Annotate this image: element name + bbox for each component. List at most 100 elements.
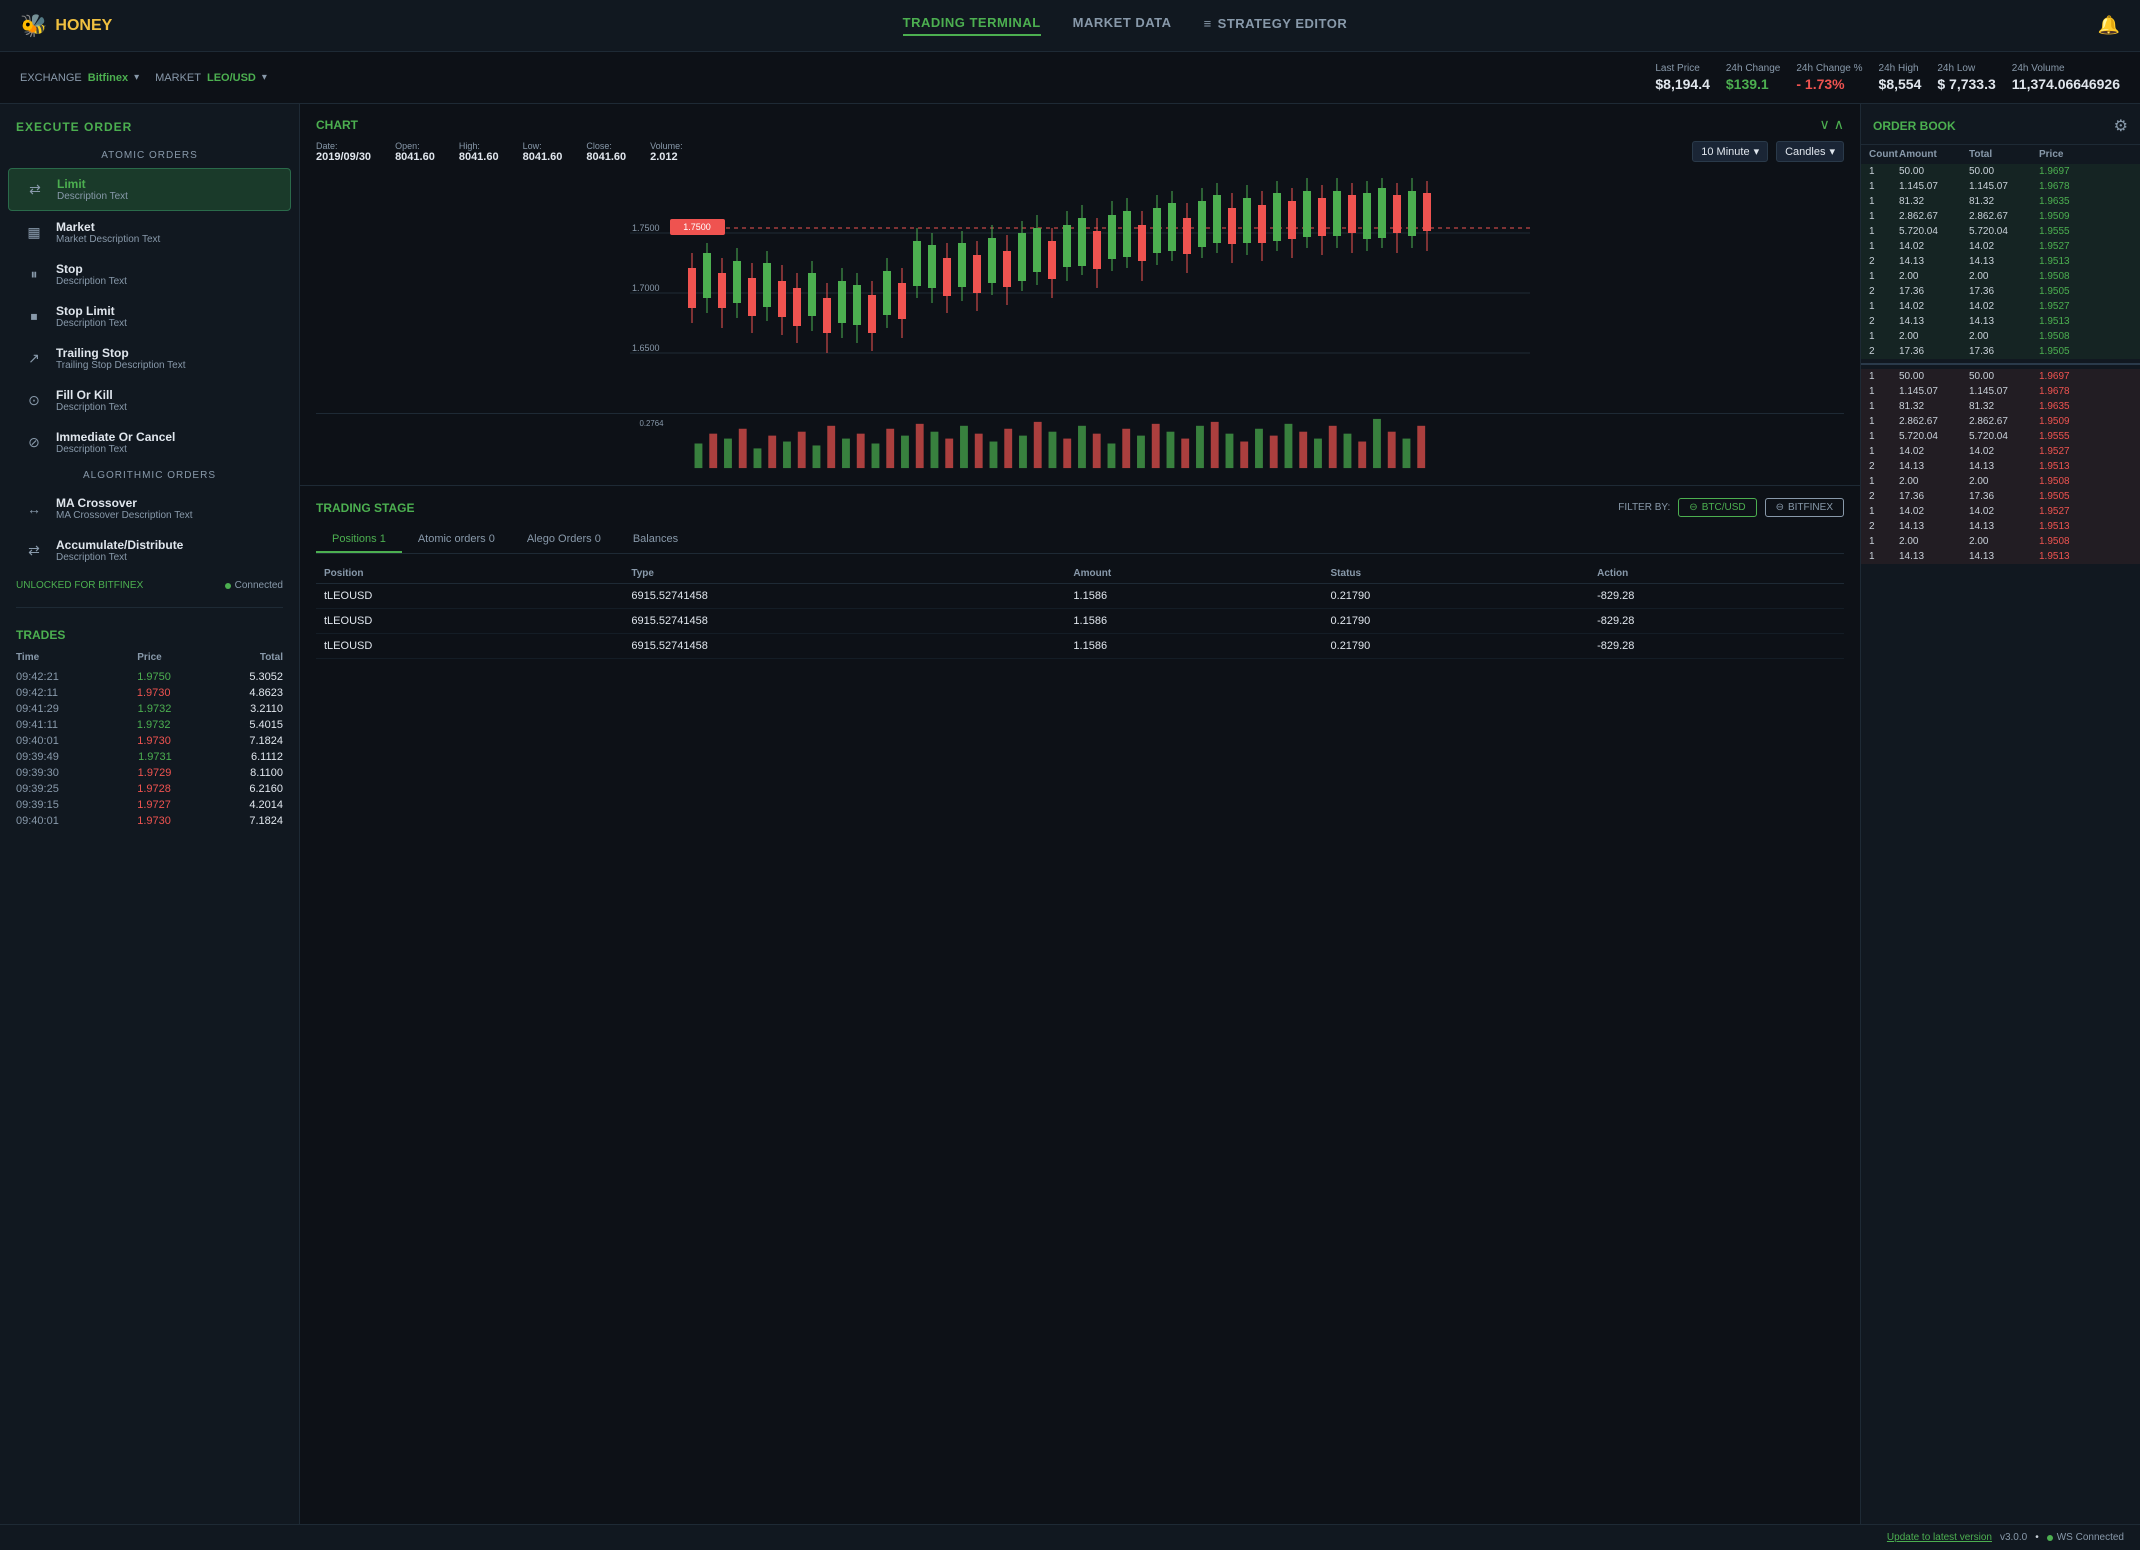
ob-bid-row[interactable]: 1 14.02 14.02 1.9527: [1861, 444, 2140, 459]
ob-ask-row[interactable]: 1 2.00 2.00 1.9508: [1861, 329, 2140, 344]
ob-price: 1.9527: [2039, 506, 2099, 517]
ob-ask-row[interactable]: 1 1.145.07 1.145.07 1.9678: [1861, 179, 2140, 194]
order-item-ma-crossover[interactable]: ↔ MA Crossover MA Crossover Description …: [8, 488, 291, 529]
trailing-stop-label: Trailing Stop: [56, 346, 186, 360]
trade-price: 1.9730: [137, 687, 171, 699]
ob-total: 2.00: [1969, 331, 2039, 342]
tab-balances[interactable]: Balances: [617, 527, 694, 553]
tab-strategy-editor[interactable]: ≡ STRATEGY EDITOR: [1204, 15, 1348, 36]
gear-icon[interactable]: ⚙: [2114, 116, 2128, 136]
ob-bid-row[interactable]: 1 2.862.67 2.862.67 1.9509: [1861, 414, 2140, 429]
connected-dot-icon: [225, 583, 231, 589]
ma-crossover-desc: MA Crossover Description Text: [56, 510, 193, 521]
ob-bid-row[interactable]: 2 14.13 14.13 1.9513: [1861, 519, 2140, 534]
update-link[interactable]: Update to latest version: [1887, 1532, 1992, 1543]
svg-text:1.6500: 1.6500: [632, 343, 660, 353]
ob-total: 5.720.04: [1969, 226, 2039, 237]
sidebar-status: UNLOCKED FOR BITFINEX Connected: [0, 572, 299, 599]
ob-col-price: Price: [2039, 149, 2099, 160]
tab-alego-orders[interactable]: Alego Orders 0: [511, 527, 617, 553]
order-item-stop[interactable]: ⏸ Stop Description Text: [8, 254, 291, 295]
ob-total: 14.13: [1969, 551, 2039, 562]
svg-text:0.2764: 0.2764: [639, 419, 664, 428]
ob-ask-row[interactable]: 2 17.36 17.36 1.9505: [1861, 284, 2140, 299]
trade-time: 09:40:01: [16, 815, 59, 827]
svg-text:1.7500: 1.7500: [683, 222, 711, 232]
ob-ask-row[interactable]: 1 81.32 81.32 1.9635: [1861, 194, 2140, 209]
ob-price: 1.9513: [2039, 461, 2099, 472]
trade-price: 1.9732: [137, 719, 171, 731]
market-selector[interactable]: MARKET LEO/USD ▾: [155, 72, 267, 84]
trade-time: 09:42:11: [16, 687, 58, 699]
ohlcv-date: Date: 2019/09/30: [316, 141, 371, 163]
ob-bid-row[interactable]: 1 14.02 14.02 1.9527: [1861, 504, 2140, 519]
ob-ask-row[interactable]: 1 2.00 2.00 1.9508: [1861, 269, 2140, 284]
limit-icon: ⇄: [25, 180, 45, 200]
chevron-down-icon[interactable]: ∨: [1820, 116, 1830, 133]
ob-ask-row[interactable]: 1 2.862.67 2.862.67 1.9509: [1861, 209, 2140, 224]
tab-trading-terminal[interactable]: TRADING TERMINAL: [903, 15, 1041, 36]
filter-bitfinex-button[interactable]: ⊖ BITFINEX: [1765, 498, 1844, 517]
ob-bid-row[interactable]: 1 1.145.07 1.145.07 1.9678: [1861, 384, 2140, 399]
ob-bid-row[interactable]: 2 17.36 17.36 1.9505: [1861, 489, 2140, 504]
tab-market-data[interactable]: MARKET DATA: [1073, 15, 1172, 36]
app-name: HONEY: [55, 17, 112, 35]
ob-bid-row[interactable]: 1 2.00 2.00 1.9508: [1861, 474, 2140, 489]
ob-ask-row[interactable]: 2 17.36 17.36 1.9505: [1861, 344, 2140, 359]
connected-badge: Connected: [225, 580, 283, 591]
ob-amount: 14.13: [1899, 316, 1969, 327]
ob-amount: 5.720.04: [1899, 431, 1969, 442]
chart-type-dropdown[interactable]: Candles ▾: [1776, 141, 1844, 162]
exchange-selector[interactable]: EXCHANGE Bitfinex ▾: [20, 72, 139, 84]
ws-connected-label: WS Connected: [2057, 1532, 2124, 1543]
ob-bid-row[interactable]: 1 2.00 2.00 1.9508: [1861, 534, 2140, 549]
order-item-trailing-stop[interactable]: ↗ Trailing Stop Trailing Stop Descriptio…: [8, 338, 291, 379]
filter-btcusd-button[interactable]: ⊖ BTC/USD: [1678, 498, 1756, 517]
chart-type-dropdown-icon: ▾: [1829, 145, 1835, 158]
td-action: -829.28: [1589, 634, 1844, 659]
ob-count: 2: [1869, 491, 1899, 502]
table-row: tLEOUSD 6915.52741458 1.1586 0.21790 -82…: [316, 609, 1844, 634]
ob-bid-row[interactable]: 1 50.00 50.00 1.9697: [1861, 369, 2140, 384]
order-item-market[interactable]: ▦ Market Market Description Text: [8, 212, 291, 253]
timeframe-label: 10 Minute: [1701, 146, 1749, 158]
timeframe-dropdown[interactable]: 10 Minute ▾: [1692, 141, 1768, 162]
tab-positions[interactable]: Positions 1: [316, 527, 402, 553]
ob-bid-row[interactable]: 2 14.13 14.13 1.9513: [1861, 459, 2140, 474]
ob-ask-row[interactable]: 1 50.00 50.00 1.9697: [1861, 164, 2140, 179]
order-item-stop-limit[interactable]: ⏹ Stop Limit Description Text: [8, 296, 291, 337]
ob-ask-row[interactable]: 1 14.02 14.02 1.9527: [1861, 299, 2140, 314]
algo-orders-section-title: ALGORITHMIC ORDERS: [0, 464, 299, 487]
chart-collapse-controls[interactable]: ∨ ∧: [1820, 116, 1845, 133]
ob-col-amount: Amount: [1899, 149, 1969, 160]
ob-count: 1: [1869, 416, 1899, 427]
td-action: -829.28: [1589, 584, 1844, 609]
ob-count: 2: [1869, 461, 1899, 472]
notifications-bell-icon[interactable]: 🔔: [2098, 15, 2120, 36]
ob-total: 50.00: [1969, 166, 2039, 177]
order-item-accumulate-distribute[interactable]: ⇄ Accumulate/Distribute Description Text: [8, 530, 291, 571]
ob-amount: 14.02: [1899, 241, 1969, 252]
ob-amount: 14.13: [1899, 461, 1969, 472]
td-position: tLEOUSD: [316, 609, 623, 634]
ob-ask-row[interactable]: 2 14.13 14.13 1.9513: [1861, 314, 2140, 329]
tab-atomic-orders[interactable]: Atomic orders 0: [402, 527, 511, 553]
chart-ohlcv: Date: 2019/09/30 Open: 8041.60 High: 804…: [316, 141, 683, 163]
logo: 🐝 HONEY: [20, 13, 112, 39]
chevron-up-icon[interactable]: ∧: [1834, 116, 1844, 133]
ob-price: 1.9513: [2039, 551, 2099, 562]
ob-bid-row[interactable]: 1 81.32 81.32 1.9635: [1861, 399, 2140, 414]
ob-price: 1.9513: [2039, 521, 2099, 532]
ob-total: 17.36: [1969, 491, 2039, 502]
ob-bid-row[interactable]: 1 14.13 14.13 1.9513: [1861, 549, 2140, 564]
order-item-immediate-or-cancel[interactable]: ⊘ Immediate Or Cancel Description Text: [8, 422, 291, 463]
ob-price: 1.9513: [2039, 316, 2099, 327]
ob-ask-row[interactable]: 1 14.02 14.02 1.9527: [1861, 239, 2140, 254]
exchange-label: EXCHANGE: [20, 72, 82, 84]
ob-bid-row[interactable]: 1 5.720.04 5.720.04 1.9555: [1861, 429, 2140, 444]
order-item-fill-or-kill[interactable]: ⊙ Fill Or Kill Description Text: [8, 380, 291, 421]
ob-ask-row[interactable]: 2 14.13 14.13 1.9513: [1861, 254, 2140, 269]
trade-total: 8.1100: [250, 767, 283, 779]
order-item-limit[interactable]: ⇄ Limit Description Text: [8, 168, 291, 211]
ob-ask-row[interactable]: 1 5.720.04 5.720.04 1.9555: [1861, 224, 2140, 239]
